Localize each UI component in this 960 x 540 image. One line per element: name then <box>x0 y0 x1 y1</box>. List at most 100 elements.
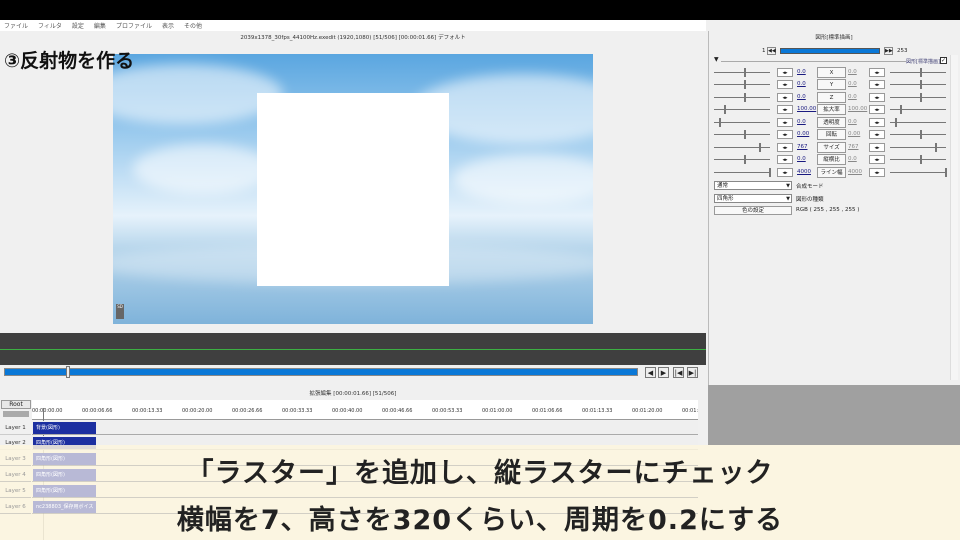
param-end-value[interactable]: 0.00 <box>848 131 860 137</box>
param-end-value[interactable]: 0.0 <box>848 94 857 100</box>
param-slider-right[interactable] <box>890 147 946 148</box>
prev-frame-button[interactable]: ◀ <box>645 367 656 378</box>
param-button[interactable]: X <box>817 67 846 78</box>
timeline-clip[interactable]: 背景(図形) <box>33 422 96 434</box>
param-stepper-right[interactable]: ◂▸ <box>869 80 885 89</box>
param-slider-right[interactable] <box>890 72 946 73</box>
param-slider-left[interactable] <box>714 172 770 173</box>
menu-settings[interactable]: 設定 <box>72 21 84 30</box>
param-button[interactable]: 縦横比 <box>817 154 846 165</box>
next-frame-button[interactable]: ▶ <box>658 367 669 378</box>
param-stepper-right[interactable]: ◂▸ <box>869 130 885 139</box>
frame-range-bar[interactable] <box>780 48 880 54</box>
slider-knob[interactable] <box>744 93 746 102</box>
param-start-value[interactable]: 0.0 <box>797 69 806 75</box>
param-stepper-left[interactable]: ◂▸ <box>777 168 793 177</box>
fast-forward-icon[interactable]: ▶▶ <box>884 47 893 55</box>
param-stepper-left[interactable]: ◂▸ <box>777 93 793 102</box>
param-button[interactable]: 回転 <box>817 129 846 140</box>
param-slider-left[interactable] <box>714 109 770 110</box>
param-stepper-left[interactable]: ◂▸ <box>777 118 793 127</box>
blend-mode-select[interactable]: 通常 ▼ <box>714 181 792 190</box>
rewind-icon[interactable]: ◀◀ <box>767 47 776 55</box>
param-start-value[interactable]: 4000 <box>797 169 811 175</box>
layer-label[interactable]: Layer 1 <box>0 421 31 435</box>
param-end-value[interactable]: 100.00 <box>848 106 867 112</box>
param-slider-left[interactable] <box>714 84 770 85</box>
slider-knob[interactable] <box>920 155 922 164</box>
param-stepper-left[interactable]: ◂▸ <box>777 68 793 77</box>
param-slider-right[interactable] <box>890 97 946 98</box>
root-button[interactable]: Root <box>1 400 31 409</box>
param-button[interactable]: Y <box>817 79 846 90</box>
menu-view[interactable]: 表示 <box>162 21 174 30</box>
shape-type-select[interactable]: 四角形 ▼ <box>714 194 792 203</box>
param-button[interactable]: 拡大率 <box>817 104 846 115</box>
seek-bar[interactable] <box>4 368 638 376</box>
param-end-value[interactable]: 0.0 <box>848 81 857 87</box>
properties-scrollbar[interactable] <box>950 55 958 380</box>
slider-knob[interactable] <box>744 130 746 139</box>
zoom-slider[interactable] <box>3 411 29 417</box>
param-stepper-right[interactable]: ◂▸ <box>869 105 885 114</box>
param-stepper-left[interactable]: ◂▸ <box>777 130 793 139</box>
slider-knob[interactable] <box>935 143 937 152</box>
param-start-value[interactable]: 0.0 <box>797 81 806 87</box>
slider-knob[interactable] <box>744 155 746 164</box>
param-button[interactable]: サイズ <box>817 142 846 153</box>
param-slider-right[interactable] <box>890 134 946 135</box>
param-stepper-right[interactable]: ◂▸ <box>869 118 885 127</box>
color-settings-button[interactable]: 色の設定 <box>714 206 792 215</box>
slider-knob[interactable] <box>744 68 746 77</box>
slider-knob[interactable] <box>769 168 771 177</box>
menu-file[interactable]: ファイル <box>4 21 28 30</box>
param-end-value[interactable]: 0.0 <box>848 69 857 75</box>
param-stepper-left[interactable]: ◂▸ <box>777 105 793 114</box>
param-stepper-right[interactable]: ◂▸ <box>869 155 885 164</box>
param-slider-left[interactable] <box>714 159 770 160</box>
param-stepper-right[interactable]: ◂▸ <box>869 168 885 177</box>
slider-knob[interactable] <box>945 168 947 177</box>
param-start-value[interactable]: 0.0 <box>797 156 806 162</box>
time-ruler[interactable]: 00:00:00.00 00:00:06.66 00:00:13.33 00:0… <box>32 400 698 420</box>
menu-other[interactable]: その他 <box>184 21 202 30</box>
param-stepper-left[interactable]: ◂▸ <box>777 80 793 89</box>
param-end-value[interactable]: 0.0 <box>848 119 857 125</box>
param-button[interactable]: ライン幅 <box>817 167 846 178</box>
slider-knob[interactable] <box>900 105 902 114</box>
param-end-value[interactable]: 4000 <box>848 169 862 175</box>
param-start-value[interactable]: 0.0 <box>797 119 806 125</box>
param-slider-right[interactable] <box>890 122 946 123</box>
slider-knob[interactable] <box>719 118 721 127</box>
slider-knob[interactable] <box>920 130 922 139</box>
go-end-button[interactable]: ▶| <box>687 367 698 378</box>
slider-knob[interactable] <box>920 80 922 89</box>
param-stepper-right[interactable]: ◂▸ <box>869 143 885 152</box>
param-stepper-left[interactable]: ◂▸ <box>777 143 793 152</box>
slider-knob[interactable] <box>744 80 746 89</box>
param-slider-right[interactable] <box>890 109 946 110</box>
seek-thumb[interactable] <box>66 366 70 378</box>
menu-profile[interactable]: プロファイル <box>116 21 152 30</box>
slider-knob[interactable] <box>759 143 761 152</box>
param-slider-right[interactable] <box>890 159 946 160</box>
param-button[interactable]: 透明度 <box>817 117 846 128</box>
menu-filter[interactable]: フィルタ <box>38 21 62 30</box>
go-start-button[interactable]: |◀ <box>673 367 684 378</box>
menu-edit[interactable]: 編集 <box>94 21 106 30</box>
slider-knob[interactable] <box>920 68 922 77</box>
param-start-value[interactable]: 767 <box>797 144 808 150</box>
param-stepper-right[interactable]: ◂▸ <box>869 93 885 102</box>
param-stepper-right[interactable]: ◂▸ <box>869 68 885 77</box>
enable-checkbox[interactable]: ✓ <box>940 57 947 64</box>
param-start-value[interactable]: 100.00 <box>797 106 816 112</box>
param-slider-right[interactable] <box>890 84 946 85</box>
param-start-value[interactable]: 0.0 <box>797 94 806 100</box>
slider-knob[interactable] <box>895 118 897 127</box>
collapse-icon[interactable]: ▼ <box>714 56 719 63</box>
param-slider-left[interactable] <box>714 122 770 123</box>
param-start-value[interactable]: 0.00 <box>797 131 809 137</box>
param-slider-left[interactable] <box>714 97 770 98</box>
param-slider-left[interactable] <box>714 134 770 135</box>
param-slider-left[interactable] <box>714 72 770 73</box>
